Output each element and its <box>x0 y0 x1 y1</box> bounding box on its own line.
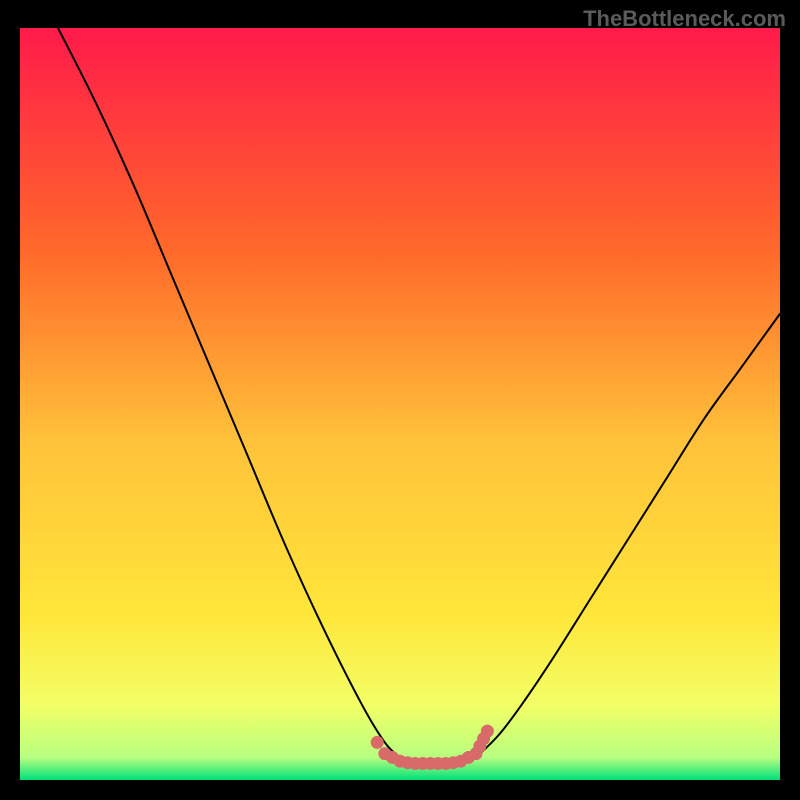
watermark-text: TheBottleneck.com <box>583 6 786 32</box>
plot-area <box>20 28 780 780</box>
scatter-dot <box>481 725 494 738</box>
scatter-dot <box>371 736 384 749</box>
chart-container: TheBottleneck.com <box>0 0 800 800</box>
gradient-background <box>20 28 780 780</box>
plot-svg <box>20 28 780 780</box>
